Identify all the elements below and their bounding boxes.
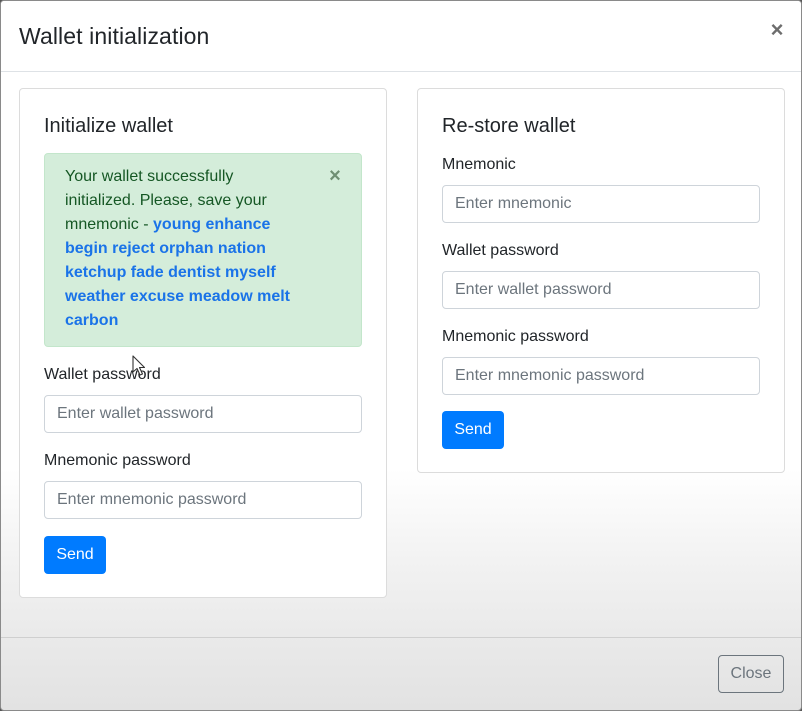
initialize-wallet-card: Initialize wallet Your wallet successful… bbox=[19, 88, 387, 598]
restore-send-button[interactable]: Send bbox=[442, 411, 504, 449]
initialize-wallet-title: Initialize wallet bbox=[44, 115, 173, 137]
alert-message: Your wallet successfully initialized. Pl… bbox=[65, 165, 297, 333]
restore-mnemonic-password-input[interactable] bbox=[442, 357, 760, 395]
init-mnemonic-password-label: Mnemonic password bbox=[44, 452, 191, 469]
success-alert: Your wallet successfully initialized. Pl… bbox=[44, 153, 362, 347]
restore-wallet-card: Re-store wallet Mnemonic Wallet password… bbox=[417, 88, 785, 473]
close-button[interactable]: Close bbox=[718, 655, 784, 693]
modal-header: Wallet initialization × bbox=[1, 1, 801, 72]
init-send-button[interactable]: Send bbox=[44, 536, 106, 574]
restore-wallet-password-label: Wallet password bbox=[442, 242, 559, 259]
modal-footer: Close bbox=[1, 637, 801, 710]
wallet-initialization-modal: Wallet initialization × Initialize walle… bbox=[0, 0, 802, 711]
init-wallet-password-input[interactable] bbox=[44, 395, 362, 433]
restore-wallet-title: Re-store wallet bbox=[442, 115, 576, 137]
init-mnemonic-password-input[interactable] bbox=[44, 481, 362, 519]
mouse-cursor-icon bbox=[132, 355, 146, 376]
alert-close-icon[interactable]: × bbox=[327, 166, 343, 186]
restore-wallet-password-input[interactable] bbox=[442, 271, 760, 309]
modal-title: Wallet initialization bbox=[19, 23, 210, 49]
restore-mnemonic-password-label: Mnemonic password bbox=[442, 328, 589, 345]
modal-close-icon[interactable]: × bbox=[767, 18, 787, 42]
restore-mnemonic-input[interactable] bbox=[442, 185, 760, 223]
restore-mnemonic-label: Mnemonic bbox=[442, 156, 516, 173]
